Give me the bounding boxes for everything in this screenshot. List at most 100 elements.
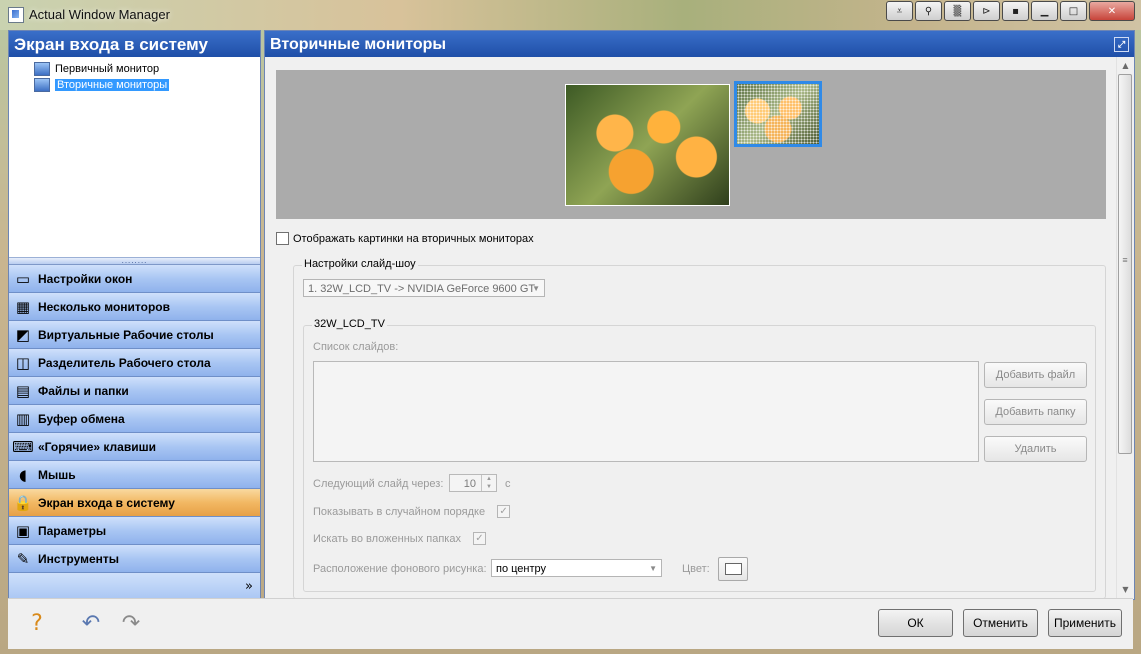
lock-icon: 🔒 [13,493,33,512]
nav-item-window-settings[interactable]: ▭ Настройки окон [9,265,260,293]
scroll-up-icon[interactable]: ▲ [1117,57,1134,74]
nav-item-hotkeys[interactable]: ⌨ «Горячие» клавиши [9,433,260,461]
nav-item-desktop-divider[interactable]: ◫ Разделитель Рабочего стола [9,349,260,377]
ok-button[interactable]: ОК [878,609,953,637]
show-pictures-checkbox[interactable] [276,232,289,245]
slide-list-label: Список слайдов: [313,341,399,353]
color-picker-button[interactable] [718,557,748,581]
window-settings-icon: ▭ [15,269,31,288]
cancel-button[interactable]: Отменить [963,609,1038,637]
left-pane: Экран входа в систему Первичный монитор … [8,30,261,600]
close-button[interactable]: ✕ [1089,1,1135,21]
nav-item-label: Виртуальные Рабочие столы [38,327,214,342]
nav-item-files-folders[interactable]: ▤ Файлы и папки [9,377,260,405]
nav-item-label: Несколько мониторов [38,299,171,314]
vertical-scrollbar[interactable]: ▲ ≡ ▼ [1116,57,1134,598]
nav-item-label: Настройки окон [38,271,133,286]
nav-item-label: Мышь [38,467,76,482]
show-pictures-label: Отображать картинки на вторичных монитор… [293,232,534,245]
tree-item-primary-monitor[interactable]: Первичный монитор [9,61,260,77]
nav-item-clipboard[interactable]: ▥ Буфер обмена [9,405,260,433]
secondary-monitor-thumbnail[interactable] [734,81,822,147]
title-bar[interactable]: Actual Window Manager ⩡ ⚲ ▒ ⊳ ▪ ▁ □ ✕ [0,0,1141,30]
chevron-down-icon: ▼ [532,284,540,293]
nav-item-label: Разделитель Рабочего стола [38,355,211,370]
settings-tree: Первичный монитор Вторичные мониторы [9,57,260,257]
pane-splitter[interactable]: ........ [9,257,260,265]
monitor-preview [276,70,1106,219]
tree-item-secondary-monitors[interactable]: Вторичные мониторы [9,77,260,93]
app-window: Actual Window Manager ⩡ ⚲ ▒ ⊳ ▪ ▁ □ ✕ Эк… [0,0,1141,654]
nav-more-button[interactable]: » [9,573,260,600]
chevron-down-icon: ▼ [649,564,657,573]
primary-monitor-thumbnail[interactable] [565,84,730,206]
clipboard-icon: ▥ [15,409,31,428]
color-label: Цвет: [682,563,710,575]
spin-arrows-icon[interactable]: ▲ ▼ [481,475,496,491]
monitor-group-legend: 32W_LCD_TV [312,318,387,330]
monitor-select[interactable]: 1. 32W_LCD_TV -> NVIDIA GeForce 9600 GT … [303,279,545,297]
undo-icon[interactable]: ↶ [76,609,106,637]
tools-icon: ✎ [16,549,30,568]
next-slide-unit: с [505,478,511,490]
apply-button[interactable]: Применить [1048,609,1122,637]
mouse-icon: ◖ [19,465,27,484]
nav-item-parameters[interactable]: ▣ Параметры [9,517,260,545]
add-file-button[interactable]: Добавить файл [984,362,1087,388]
nav-item-label: Файлы и папки [38,383,129,398]
window-title: Actual Window Manager [29,7,170,22]
show-pictures-option[interactable]: Отображать картинки на вторичных монитор… [276,232,534,245]
random-order-checkbox[interactable]: ✓ [497,505,511,518]
nav-item-label: Экран входа в систему [38,495,175,510]
minimize-button[interactable]: ▁ [1031,1,1058,21]
nav-item-label: Параметры [38,523,107,538]
monitors-icon [34,78,50,92]
nav-item-label: Буфер обмена [38,411,125,426]
parameters-icon: ▣ [15,521,31,540]
subfolders-option[interactable]: Искать во вложенных папках ✓ [313,532,490,545]
position-select-value: по центру [496,563,547,575]
transparency-icon[interactable]: ▒ [944,1,971,21]
slideshow-legend: Настройки слайд-шоу [302,258,418,270]
next-slide-value: 10 [463,478,476,490]
files-folders-icon: ▤ [15,381,31,400]
nav-item-tools[interactable]: ✎ Инструменты [9,545,260,573]
scroll-down-icon[interactable]: ▼ [1117,581,1134,598]
nav-item-label: «Горячие» клавиши [38,439,156,454]
nav-item-virtual-desktops[interactable]: ◩ Виртуальные Рабочие столы [9,321,260,349]
scroll-thumb[interactable]: ≡ [1118,74,1132,454]
bottom-bar: ? ↶ ↷ ОК Отменить Применить [8,598,1133,649]
slide-list[interactable] [313,361,979,462]
position-select[interactable]: по центру ▼ [491,559,662,577]
redo-icon[interactable]: ↷ [116,609,146,637]
nav-item-label: Инструменты [38,551,120,566]
subfolders-label: Искать во вложенных папках [313,532,461,545]
pin-icon[interactable]: ⚲ [915,1,942,21]
tree-item-label: Вторичные мониторы [55,79,170,91]
help-icon[interactable]: ? [22,609,52,637]
subfolders-checkbox[interactable]: ✓ [472,532,486,545]
app-icon[interactable] [8,7,24,23]
expand-icon[interactable]: ⤢ [1114,37,1129,52]
monitor-group: 32W_LCD_TV Список слайдов: Добавить файл… [303,318,1096,592]
virtual-desktops-icon: ◩ [15,325,31,344]
nav-item-logon-screen[interactable]: 🔒 Экран входа в систему [9,489,260,517]
slideshow-group: Настройки слайд-шоу 1. 32W_LCD_TV -> NVI… [293,258,1106,599]
minimize-to-tray-icon[interactable]: ▪ [1002,1,1029,21]
right-pane: Вторичные мониторы ⤢ Отображать картинки… [264,30,1135,600]
rollup-button[interactable]: ⩡ [886,1,913,21]
nav-list: ▭ Настройки окон ▦ Несколько мониторов ◩ Ви… [9,265,260,600]
desktop-divider-icon: ◫ [15,353,31,372]
add-folder-button[interactable]: Добавить папку [984,399,1087,425]
maximize-button[interactable]: □ [1060,1,1087,21]
next-slide-label: Следующий слайд через: [313,478,444,490]
next-slide-stepper[interactable]: 10 ▲ ▼ [449,474,497,492]
nav-item-multi-monitors[interactable]: ▦ Несколько мониторов [9,293,260,321]
delete-button[interactable]: Удалить [984,436,1087,462]
stay-on-top-icon[interactable]: ⊳ [973,1,1000,21]
random-order-option[interactable]: Показывать в случайном порядке ✓ [313,505,514,518]
keyboard-icon: ⌨ [12,437,34,456]
page-title: Вторичные мониторы [270,36,447,53]
nav-item-mouse[interactable]: ◖ Мышь [9,461,260,489]
monitor-select-value: 1. 32W_LCD_TV -> NVIDIA GeForce 9600 GT [308,283,536,295]
